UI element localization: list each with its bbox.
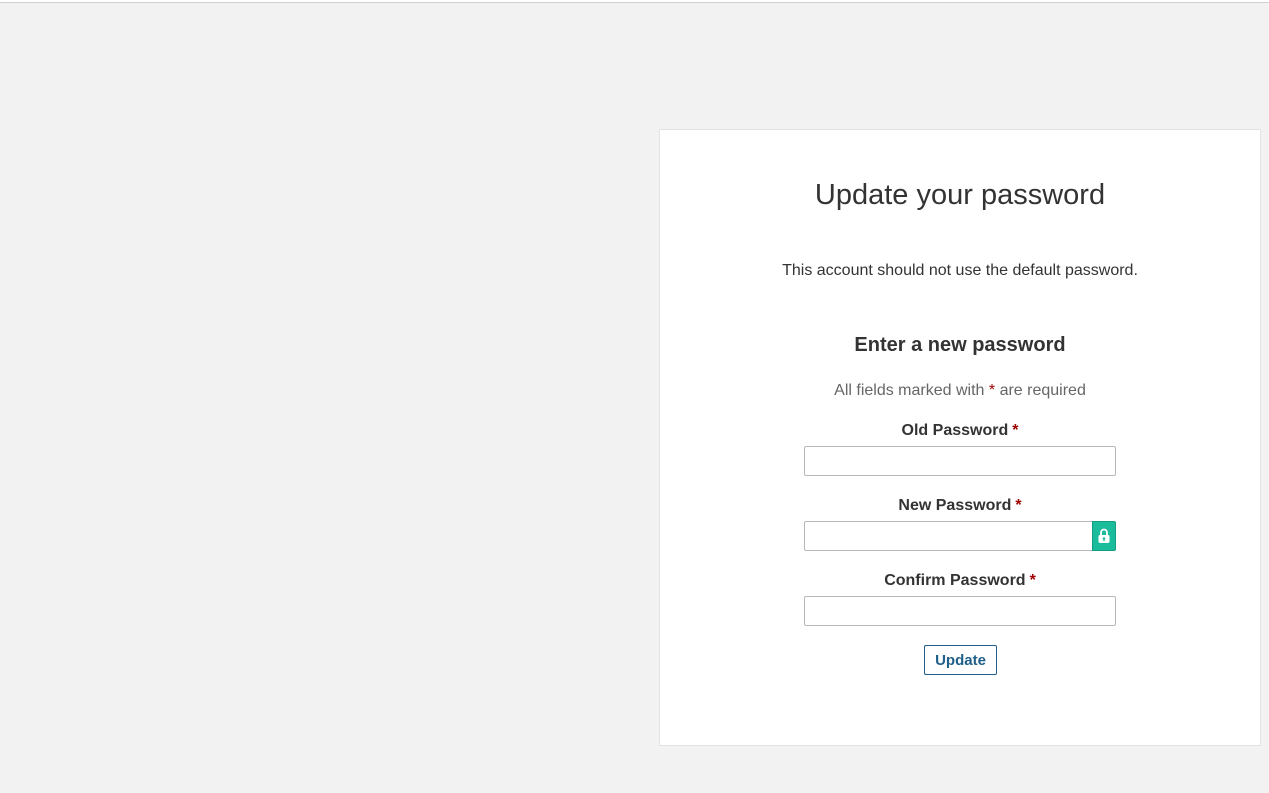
new-password-label-text: New Password [898,497,1012,514]
required-asterisk: * [1015,497,1022,514]
required-asterisk: * [1029,572,1036,589]
confirm-password-label-text: Confirm Password [884,572,1026,589]
required-asterisk: * [988,382,996,399]
new-password-input[interactable] [804,521,1093,551]
update-button[interactable]: Update [924,645,997,675]
required-note-suffix: are required [999,382,1086,399]
lock-icon [1098,528,1110,543]
old-password-label-text: Old Password [901,422,1009,439]
required-note-prefix: All fields marked with [834,382,985,399]
page-title: Update your password [814,179,1106,211]
required-asterisk: * [1012,422,1019,439]
top-divider [0,0,1269,3]
old-password-input[interactable] [804,446,1116,476]
password-generator-button[interactable] [1092,521,1116,551]
update-password-card: Update your password This account should… [659,129,1261,746]
old-password-label: Old Password * [660,421,1260,441]
confirm-password-input[interactable] [804,596,1116,626]
form-subtitle: Enter a new password [854,334,1066,356]
required-fields-note: All fields marked with * are required [660,381,1260,401]
default-password-warning: This account should not use the default … [782,262,1138,279]
new-password-label: New Password * [660,496,1260,516]
confirm-password-label: Confirm Password * [660,571,1260,591]
